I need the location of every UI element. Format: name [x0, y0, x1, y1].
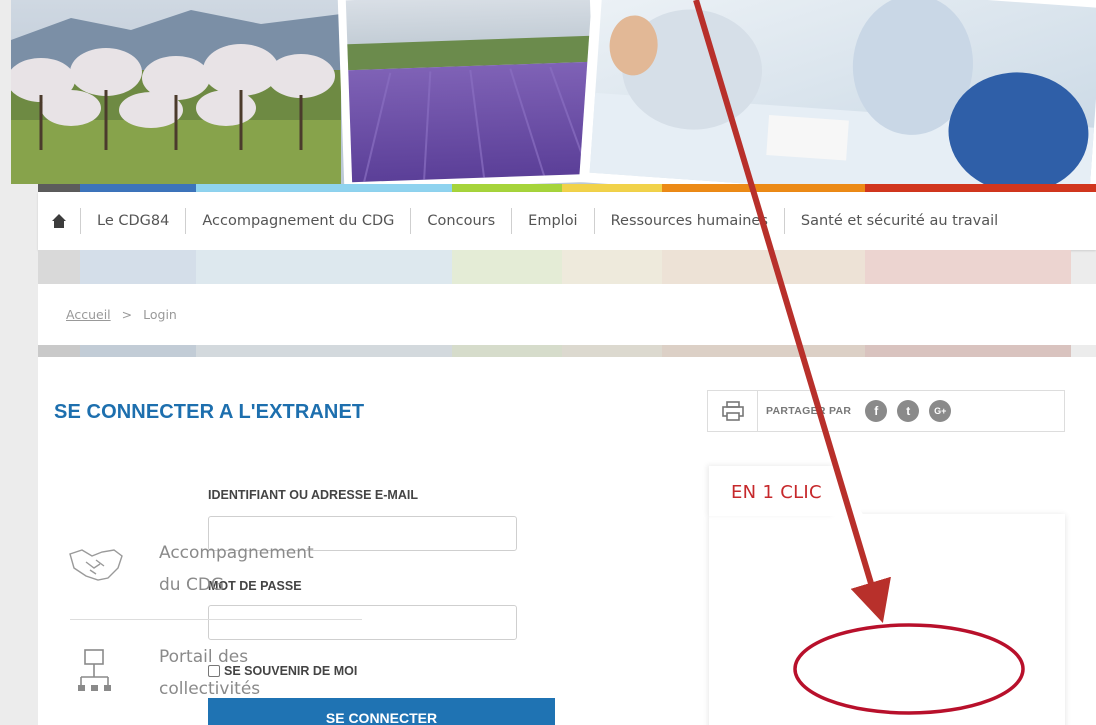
home-icon — [52, 214, 66, 228]
clic-item-portail-label: Portail des collectivités — [159, 647, 261, 699]
nav-item-cdg84[interactable]: Le CDG84 — [81, 192, 185, 250]
network-icon — [78, 649, 111, 691]
faded-band — [38, 250, 1071, 284]
breadcrumb-home-link[interactable]: Accueil — [66, 307, 111, 322]
page-title: SE CONNECTER A L'EXTRANET — [54, 401, 365, 423]
nav-item-ressources-humaines[interactable]: Ressources humaines — [595, 192, 784, 250]
color-stripe — [38, 184, 1096, 192]
en-un-clic-title: EN 1 CLIC — [731, 482, 822, 503]
print-icon — [721, 401, 744, 421]
breadcrumb-separator: > — [121, 307, 133, 322]
nav-item-concours[interactable]: Concours — [411, 192, 511, 250]
facebook-icon[interactable]: f — [865, 400, 888, 422]
username-label: IDENTIFIANT OU ADRESSE E-MAIL — [208, 488, 418, 502]
share-label: PARTAGER PAR — [766, 405, 852, 417]
en-un-clic-panel — [709, 514, 1065, 725]
clic-item-accompagnement[interactable]: Accompagnement du CDG — [38, 537, 394, 617]
home-button[interactable] — [38, 192, 80, 250]
clic-item-portail-collectivites[interactable]: Portail des collectivités — [38, 641, 394, 721]
main-nav: Le CDG84 Accompagnement du CDG Concours … — [38, 192, 1096, 250]
print-button[interactable] — [708, 390, 758, 432]
google-plus-icon[interactable]: G+ — [929, 400, 952, 422]
breadcrumb: Accueil > Login — [38, 284, 1096, 345]
nav-item-sante-securite[interactable]: Santé et sécurité au travail — [785, 192, 1004, 250]
faded-band-lower — [38, 345, 1071, 357]
nav-item-emploi[interactable]: Emploi — [512, 192, 593, 250]
handshake-icon — [69, 549, 123, 581]
share-bar: PARTAGER PAR f t G+ — [707, 390, 1065, 432]
main-content: SE CONNECTER A L'EXTRANET IDENTIFIANT OU… — [38, 357, 1096, 725]
clic-item-accompagnement-label: Accompagnement du CDG — [159, 543, 314, 595]
nav-item-accompagnement[interactable]: Accompagnement du CDG — [186, 192, 410, 250]
twitter-icon[interactable]: t — [897, 400, 920, 422]
header-banner — [11, 0, 1096, 184]
breadcrumb-current: Login — [143, 307, 177, 322]
banner-photo-collage — [11, 0, 1096, 184]
